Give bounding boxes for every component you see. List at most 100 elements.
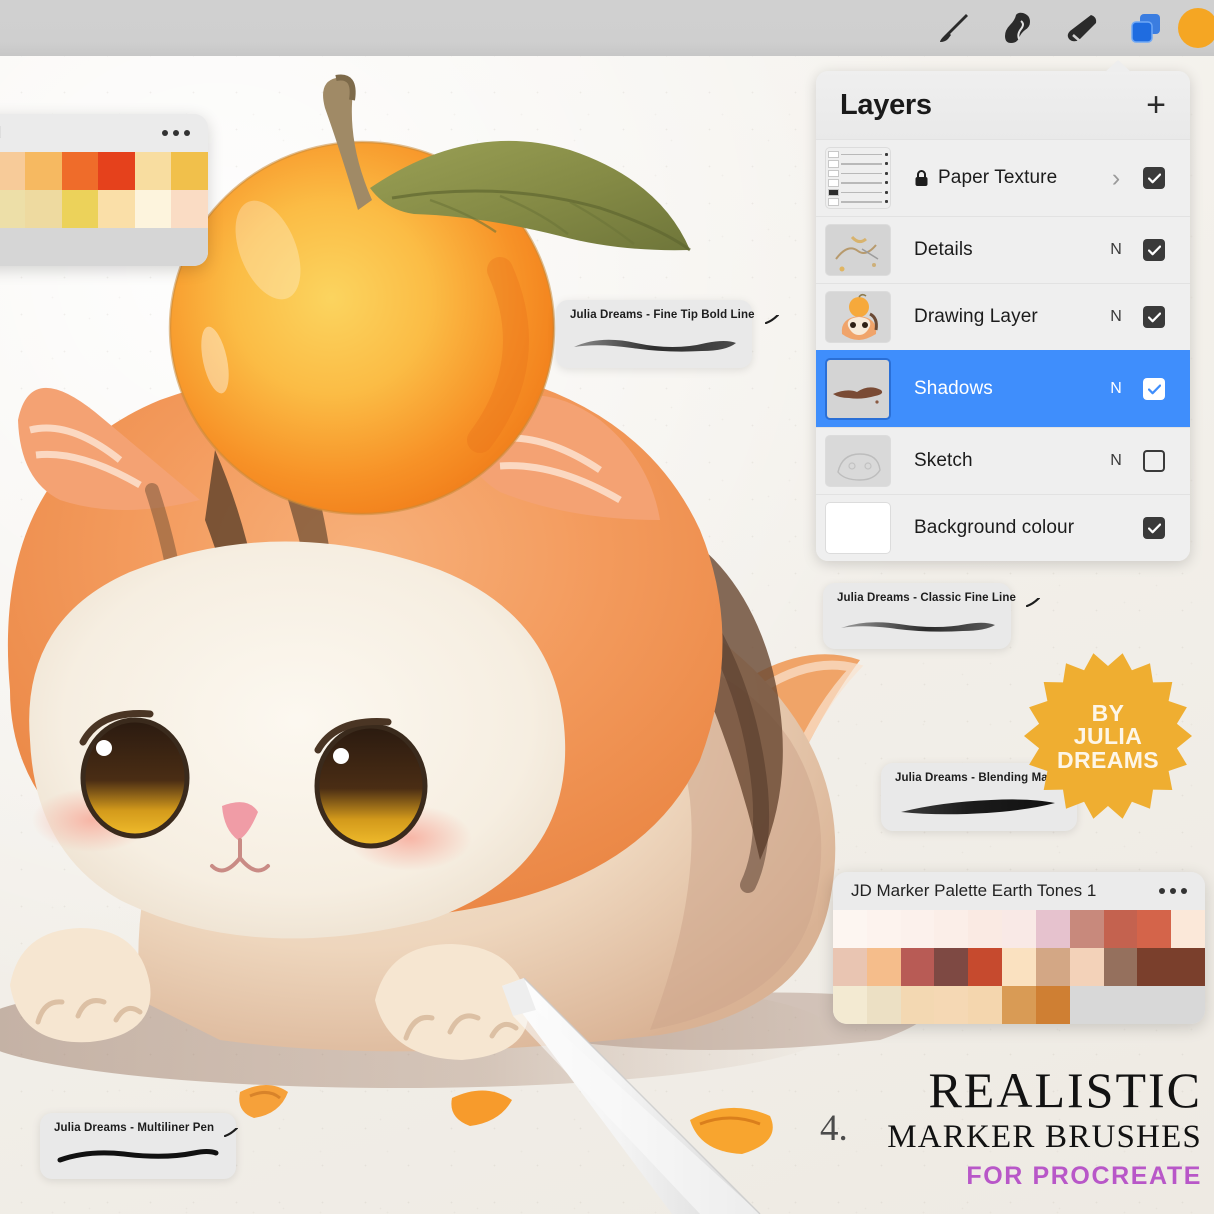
palette-swatch[interactable] <box>968 986 1003 1024</box>
palette-swatch[interactable] <box>25 190 62 228</box>
palette-swatch[interactable] <box>1171 948 1205 986</box>
layer-visibility-checkbox[interactable] <box>1143 378 1165 400</box>
palette-swatch[interactable] <box>61 152 99 190</box>
palette-swatch[interactable] <box>1069 986 1104 1024</box>
brush-name: Julia Dreams - Fine Tip Bold Line <box>570 309 755 321</box>
eraser-tool[interactable] <box>1050 0 1114 56</box>
palette-swatch[interactable] <box>1171 986 1205 1024</box>
palette-menu-icon[interactable] <box>162 130 190 136</box>
layer-blend-mode[interactable]: N <box>1103 308 1129 326</box>
palette-swatch[interactable] <box>1069 910 1104 948</box>
top-toolbar <box>0 0 1214 56</box>
palette-swatch[interactable] <box>0 190 26 228</box>
palette-swatch[interactable] <box>1171 910 1205 948</box>
palette-swatch[interactable] <box>866 910 901 948</box>
layer-thumbnail[interactable] <box>825 502 891 554</box>
add-layer-button[interactable]: + <box>1146 88 1166 122</box>
palette-swatch[interactable] <box>866 986 901 1024</box>
palette-swatch[interactable] <box>934 948 969 986</box>
palette-swatch[interactable] <box>134 152 172 190</box>
layer-row-background-colour[interactable]: Background colour <box>816 494 1190 561</box>
palette-swatch[interactable] <box>1002 986 1036 1024</box>
palette-swatch[interactable] <box>1035 948 1070 986</box>
layer-thumbnail[interactable] <box>825 224 891 276</box>
brush-selected-check-icon <box>764 311 779 329</box>
palette-swatch[interactable] <box>1137 948 1172 986</box>
brush-tool[interactable] <box>922 0 986 56</box>
palette-swatch[interactable] <box>1137 910 1172 948</box>
layers-panel-header: Layers + <box>816 71 1190 139</box>
layer-visibility-checkbox[interactable] <box>1143 239 1165 261</box>
palette-swatch[interactable] <box>134 190 172 228</box>
palette-swatch[interactable] <box>1103 948 1138 986</box>
layers-panel: Layers + Paper Texture › Details N Drawi… <box>816 71 1190 561</box>
palette-header: Red <box>0 114 208 152</box>
brush-name: Julia Dreams - Classic Fine Line <box>837 592 1016 604</box>
palette-swatch[interactable] <box>0 228 26 266</box>
palette-swatch[interactable] <box>134 228 172 266</box>
layer-name: Paper Texture <box>938 167 1058 188</box>
palette-swatch[interactable] <box>25 228 62 266</box>
layer-thumbnail[interactable] <box>825 435 891 487</box>
palette-swatch[interactable] <box>1103 986 1138 1024</box>
expand-group-chevron-icon[interactable]: › <box>1103 164 1129 193</box>
layer-visibility-checkbox[interactable] <box>1143 517 1165 539</box>
palette-swatch[interactable] <box>61 190 99 228</box>
layer-thumbnail[interactable] <box>825 147 891 209</box>
palette-swatch[interactable] <box>968 910 1003 948</box>
brush-card-classic-fine-line[interactable]: Julia Dreams - Classic Fine Line <box>823 583 1041 649</box>
layer-thumbnail[interactable] <box>825 291 891 343</box>
layer-name: Background colour <box>914 517 1075 538</box>
palette-swatch[interactable] <box>833 948 867 986</box>
palette-swatch[interactable] <box>1002 910 1036 948</box>
layer-row-sketch[interactable]: Sketch N <box>816 427 1190 494</box>
layer-blend-mode[interactable]: N <box>1103 380 1129 398</box>
layer-blend-mode[interactable]: N <box>1103 241 1129 259</box>
palette-swatch[interactable] <box>0 152 26 190</box>
palette-swatch[interactable] <box>900 986 935 1024</box>
layer-name: Shadows <box>914 378 993 399</box>
brush-stroke-preview <box>574 339 736 352</box>
palette-swatch[interactable] <box>171 152 208 190</box>
title-line-marker-brushes: MARKER BRUSHES <box>887 1119 1202 1155</box>
palette-swatch[interactable] <box>1103 910 1138 948</box>
palette-swatch[interactable] <box>98 228 135 266</box>
palette-swatch[interactable] <box>1069 948 1104 986</box>
palette-swatch[interactable] <box>934 910 969 948</box>
palette-swatch[interactable] <box>1137 986 1172 1024</box>
palette-swatch[interactable] <box>98 152 135 190</box>
palette-swatch[interactable] <box>171 190 208 228</box>
palette-swatch[interactable] <box>1002 948 1036 986</box>
palette-swatch[interactable] <box>968 948 1003 986</box>
layers-tool[interactable] <box>1114 0 1178 56</box>
palette-swatch[interactable] <box>25 152 62 190</box>
layer-row-drawing-layer[interactable]: Drawing Layer N <box>816 283 1190 350</box>
palette-menu-icon[interactable] <box>1159 888 1187 894</box>
smudge-tool[interactable] <box>986 0 1050 56</box>
layer-visibility-checkbox[interactable] <box>1143 450 1165 472</box>
palette-swatch[interactable] <box>833 910 867 948</box>
brush-card-multiliner-pen[interactable]: Julia Dreams - Multiliner Pen <box>40 1113 239 1179</box>
palette-swatch[interactable] <box>1035 910 1070 948</box>
palette-swatch[interactable] <box>171 228 208 266</box>
by-julia-dreams-badge: BY JULIA DREAMS <box>1022 650 1194 822</box>
badge-line-2: JULIA <box>1073 723 1143 750</box>
palette-swatch[interactable] <box>98 190 135 228</box>
palette-swatch[interactable] <box>866 948 901 986</box>
layer-visibility-checkbox[interactable] <box>1143 306 1165 328</box>
layer-visibility-checkbox[interactable] <box>1143 167 1165 189</box>
layer-row-details[interactable]: Details N <box>816 216 1190 283</box>
layer-thumbnail[interactable] <box>825 358 891 420</box>
layer-row-paper-texture[interactable]: Paper Texture › <box>816 139 1190 216</box>
layer-row-shadows[interactable]: Shadows N <box>816 350 1190 427</box>
brush-card-fine-tip-bold-line[interactable]: Julia Dreams - Fine Tip Bold Line <box>556 300 779 368</box>
palette-swatch[interactable] <box>833 986 867 1024</box>
palette-swatch[interactable] <box>934 986 969 1024</box>
layer-blend-mode[interactable]: N <box>1103 452 1129 470</box>
palette-swatch[interactable] <box>1035 986 1070 1024</box>
palette-swatch[interactable] <box>61 228 99 266</box>
palette-swatch[interactable] <box>900 910 935 948</box>
palette-swatch[interactable] <box>900 948 935 986</box>
palette-title: Red <box>0 123 1 143</box>
current-color-swatch[interactable] <box>1178 8 1214 48</box>
